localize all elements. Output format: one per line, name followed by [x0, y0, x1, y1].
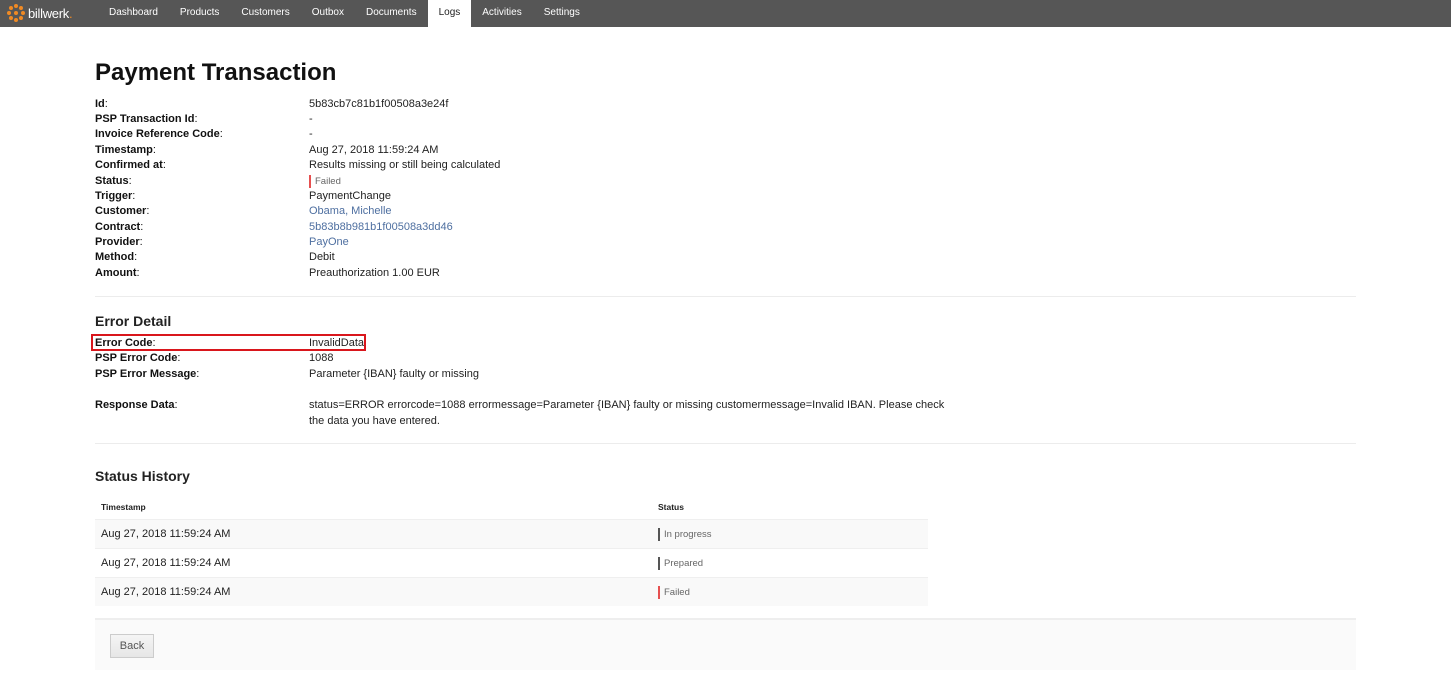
- status-badge-prepared: Prepared: [658, 556, 703, 570]
- field-customer: Customer: Obama, Michelle: [95, 204, 995, 219]
- table-row: Aug 27, 2018 11:59:24 AM In progress: [95, 519, 928, 549]
- top-navbar: billwerk. Dashboard Products Customers O…: [0, 0, 1451, 27]
- section-divider: [95, 296, 1356, 297]
- field-label: PSP Error Message:: [95, 368, 200, 380]
- nav-item-logs[interactable]: Logs: [427, 0, 472, 27]
- field-value-invoice-reference-code: -: [309, 128, 313, 140]
- status-history-table: Timestamp Status Aug 27, 2018 11:59:24 A…: [95, 495, 928, 606]
- status-badge-failed: Failed: [658, 585, 690, 599]
- field-contract: Contract: 5b83b8b981b1f00508a3dd46: [95, 220, 995, 235]
- row-timestamp: Aug 27, 2018 11:59:24 AM: [95, 519, 658, 549]
- field-value-psp-transaction-id: -: [309, 113, 313, 125]
- field-value-psp-error-code: 1088: [309, 352, 334, 364]
- page-title: Payment Transaction: [95, 59, 337, 86]
- nav-item-outbox[interactable]: Outbox: [301, 0, 355, 27]
- billwerk-logo[interactable]: billwerk.: [7, 4, 73, 22]
- table-header-row: Timestamp Status: [95, 495, 928, 520]
- nav-item-customers[interactable]: Customers: [230, 0, 300, 27]
- field-label: PSP Transaction Id:: [95, 113, 198, 125]
- field-method: Method: Debit: [95, 250, 995, 265]
- field-value-timestamp: Aug 27, 2018 11:59:24 AM: [309, 144, 439, 156]
- field-value-response-data: status=ERROR errorcode=1088 errormessage…: [309, 399, 945, 427]
- table-row: Aug 27, 2018 11:59:24 AM Prepared: [95, 548, 928, 578]
- table-row: Aug 27, 2018 11:59:24 AM Failed: [95, 577, 928, 606]
- nav-item-products[interactable]: Products: [169, 0, 230, 27]
- field-error-code: Error Code: InvalidData: [95, 336, 995, 351]
- back-button[interactable]: Back: [110, 634, 154, 658]
- field-label: Contract:: [95, 221, 144, 233]
- field-id: Id: 5b83cb7c81b1f00508a3e24f: [95, 97, 995, 112]
- status-badge-failed: Failed: [309, 175, 341, 188]
- field-timestamp: Timestamp: Aug 27, 2018 11:59:24 AM: [95, 143, 995, 158]
- field-value-psp-error-message: Parameter {IBAN} faulty or missing: [309, 368, 479, 380]
- error-detail-title: Error Detail: [95, 313, 172, 329]
- field-label: Response Data:: [95, 399, 178, 411]
- field-psp-transaction-id: PSP Transaction Id: -: [95, 112, 995, 127]
- status-badge-in-progress: In progress: [658, 527, 712, 541]
- column-header-timestamp[interactable]: Timestamp: [95, 495, 658, 520]
- status-history-title: Status History: [95, 468, 190, 484]
- field-trigger: Trigger: PaymentChange: [95, 189, 995, 204]
- field-value-trigger: PaymentChange: [309, 190, 391, 202]
- nav-item-documents[interactable]: Documents: [355, 0, 428, 27]
- field-psp-error-message: PSP Error Message: Parameter {IBAN} faul…: [95, 367, 995, 382]
- provider-link[interactable]: PayOne: [309, 236, 349, 248]
- field-label: Amount:: [95, 267, 140, 279]
- billwerk-logo-icon: [7, 4, 25, 22]
- row-timestamp: Aug 27, 2018 11:59:24 AM: [95, 548, 658, 578]
- form-footer: Back: [95, 618, 1356, 670]
- field-status: Status: Failed: [95, 174, 995, 189]
- section-divider: [95, 443, 1356, 444]
- customer-link[interactable]: Obama, Michelle: [309, 205, 392, 217]
- field-label: Invoice Reference Code:: [95, 128, 223, 140]
- field-label: Trigger:: [95, 190, 136, 202]
- nav-item-settings[interactable]: Settings: [533, 0, 591, 27]
- field-label: Error Code:: [95, 337, 156, 349]
- nav-item-activities[interactable]: Activities: [471, 0, 532, 27]
- field-label: Id:: [95, 98, 108, 110]
- field-label: Timestamp:: [95, 144, 156, 156]
- field-label: Provider:: [95, 236, 143, 248]
- nav-item-dashboard[interactable]: Dashboard: [98, 0, 169, 27]
- contract-link[interactable]: 5b83b8b981b1f00508a3dd46: [309, 221, 453, 233]
- main-nav: Dashboard Products Customers Outbox Docu…: [98, 0, 591, 27]
- field-label: PSP Error Code:: [95, 352, 181, 364]
- field-label: Method:: [95, 251, 138, 263]
- field-invoice-reference-code: Invoice Reference Code: -: [95, 127, 995, 142]
- row-timestamp: Aug 27, 2018 11:59:24 AM: [95, 577, 658, 606]
- field-value-error-code: InvalidData: [309, 337, 365, 349]
- field-value-amount: Preauthorization 1.00 EUR: [309, 267, 440, 279]
- field-confirmed-at: Confirmed at: Results missing or still b…: [95, 158, 995, 173]
- field-label: Customer:: [95, 205, 150, 217]
- column-header-status[interactable]: Status: [658, 495, 928, 520]
- field-amount: Amount: Preauthorization 1.00 EUR: [95, 266, 995, 281]
- field-value-confirmed-at: Results missing or still being calculate…: [309, 159, 501, 171]
- field-value-method: Debit: [309, 251, 335, 263]
- field-value-id: 5b83cb7c81b1f00508a3e24f: [309, 98, 449, 110]
- field-label: Confirmed at:: [95, 159, 166, 171]
- field-psp-error-code: PSP Error Code: 1088: [95, 351, 995, 366]
- field-label: Status:: [95, 175, 132, 187]
- field-provider: Provider: PayOne: [95, 235, 995, 250]
- brand-name: billwerk.: [28, 5, 73, 21]
